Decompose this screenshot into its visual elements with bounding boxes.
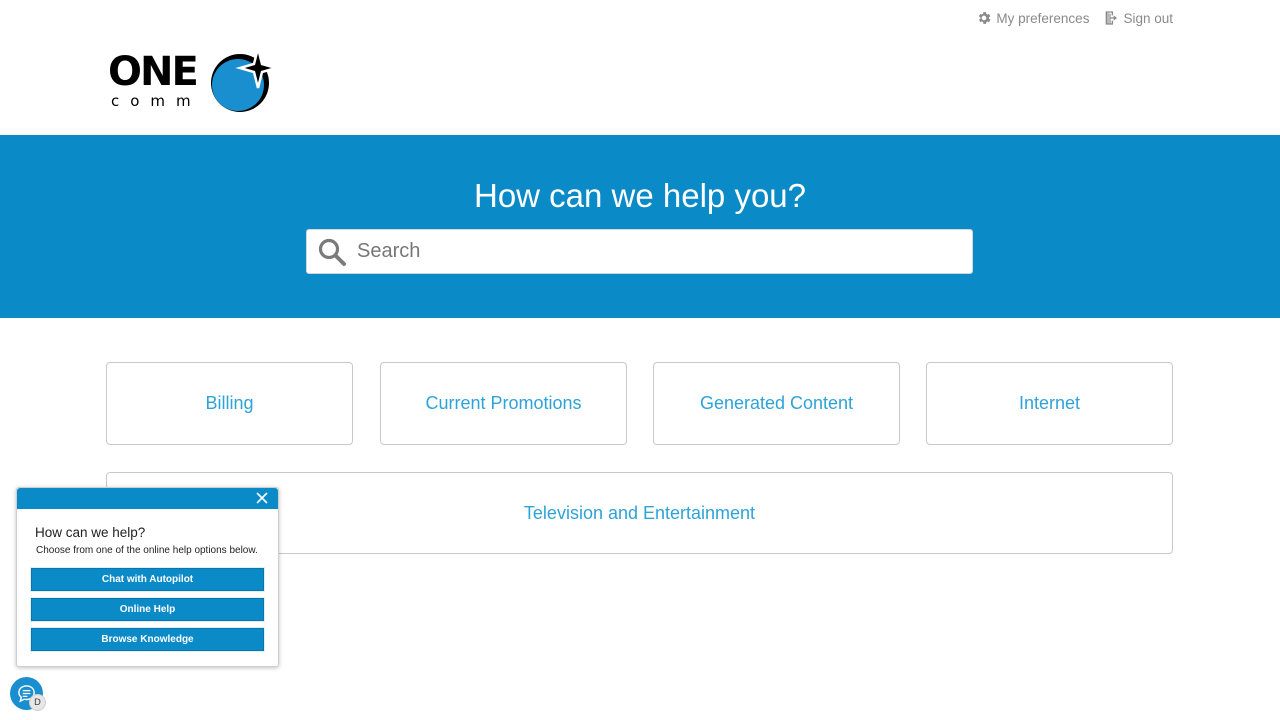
search-input[interactable] bbox=[355, 233, 955, 270]
help-widget: How can we help? Choose from one of the … bbox=[16, 487, 279, 667]
search-icon[interactable] bbox=[317, 237, 347, 267]
browse-knowledge-button[interactable]: Browse Knowledge bbox=[31, 628, 264, 651]
help-widget-header bbox=[17, 488, 278, 509]
chat-status-badge: D bbox=[29, 694, 46, 711]
sign-out-link[interactable]: Sign out bbox=[1103, 8, 1173, 28]
logo-text-one: ONE bbox=[108, 49, 199, 95]
online-help-button[interactable]: Online Help bbox=[31, 598, 264, 621]
category-label: Billing bbox=[205, 393, 254, 413]
category-label: Internet bbox=[1018, 393, 1081, 413]
category-label: Generated Content bbox=[699, 393, 854, 413]
top-header: My preferences Sign out ONE comm bbox=[0, 0, 1280, 135]
category-tile-billing[interactable]: Billing bbox=[106, 362, 353, 445]
hero-banner: How can we help you? bbox=[0, 135, 1280, 318]
my-preferences-link[interactable]: My preferences bbox=[976, 8, 1089, 28]
my-preferences-label: My preferences bbox=[996, 10, 1090, 26]
category-label: Television and Entertainment bbox=[523, 502, 756, 523]
category-tile-generated-content[interactable]: Generated Content bbox=[653, 362, 900, 445]
category-tile-current-promotions[interactable]: Current Promotions bbox=[380, 362, 627, 445]
sign-out-icon bbox=[1106, 11, 1118, 25]
top-links: My preferences Sign out bbox=[976, 8, 1173, 28]
chat-with-autopilot-button[interactable]: Chat with Autopilot bbox=[31, 568, 264, 591]
logo-globe-star-icon bbox=[211, 47, 278, 112]
sign-out-label: Sign out bbox=[1123, 10, 1173, 26]
logo-text-comm: comm bbox=[111, 92, 202, 110]
help-widget-subtitle: Choose from one of the online help optio… bbox=[36, 545, 258, 556]
help-widget-title: How can we help? bbox=[35, 525, 146, 540]
search-box[interactable] bbox=[306, 229, 973, 274]
gear-icon bbox=[979, 12, 991, 24]
onecomm-logo[interactable]: ONE comm bbox=[108, 46, 278, 116]
category-label: Current Promotions bbox=[425, 393, 582, 413]
close-icon[interactable] bbox=[255, 491, 269, 505]
category-tile-internet[interactable]: Internet bbox=[926, 362, 1173, 445]
hero-title: How can we help you? bbox=[473, 177, 807, 214]
